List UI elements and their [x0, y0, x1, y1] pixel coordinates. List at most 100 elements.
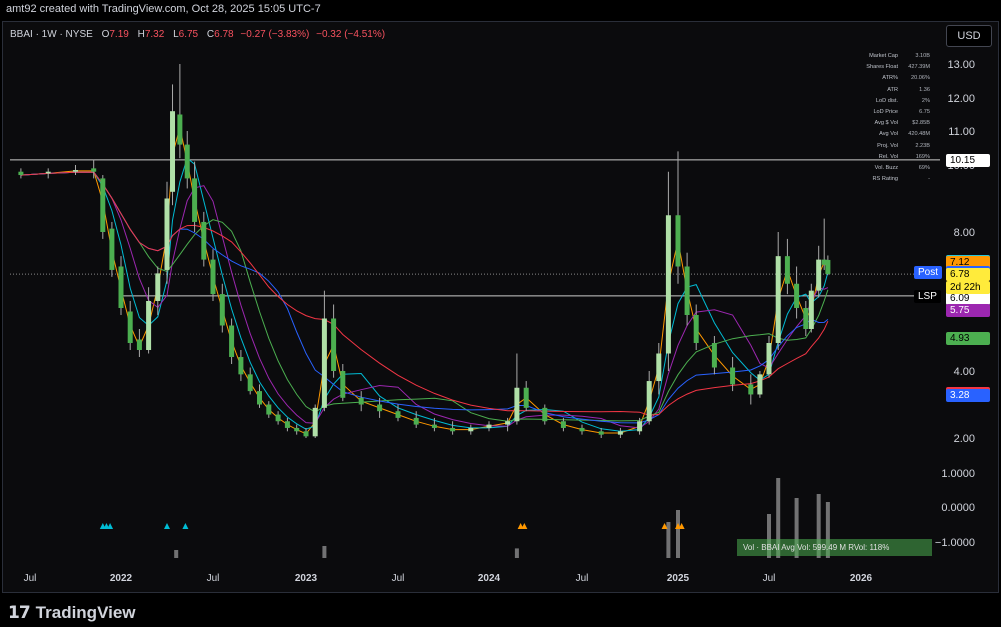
candle-down [219, 294, 225, 326]
stats-value: 2% [921, 97, 930, 104]
candle-up [757, 374, 763, 395]
candle-down [431, 424, 437, 428]
ma-green-line [20, 171, 829, 422]
candle-up [617, 431, 623, 435]
candle-down [127, 311, 133, 343]
candle-up [665, 215, 671, 354]
open-value: 7.19 [109, 29, 129, 40]
ma-blue-line [20, 171, 829, 424]
stats-value: 2.23B [915, 142, 930, 149]
candle-up [170, 111, 176, 192]
symbol-legend: BBAI · 1W · NYSE O7.19 H7.32 L6.75 C6.78… [10, 29, 385, 40]
stats-label: Avg $ Vol [874, 120, 898, 127]
candle-up [816, 259, 822, 291]
tradingview-logo: 𝟭𝟳 TradingView [8, 603, 136, 623]
candle-up [505, 421, 511, 425]
candle-up [45, 171, 51, 174]
stats-row: ATR 1.36 [848, 85, 930, 96]
candle-up [637, 421, 643, 432]
candle-down [598, 431, 604, 435]
ext-change-value: −0.32 (−4.51%) [316, 29, 386, 40]
stats-value: 169% [915, 153, 930, 160]
y-tick-label: 13.00 [947, 59, 975, 71]
stats-label: RS Rating [872, 176, 899, 183]
candle-up [775, 256, 781, 343]
candle-down [340, 371, 346, 398]
stats-row: LoD Price 6.75 [848, 107, 930, 118]
stats-row: Avg $ Vol $2.85B [848, 118, 930, 129]
stats-row: Rel. Vol 169% [848, 152, 930, 163]
tv-logo-icon: 𝟭𝟳 [8, 603, 31, 622]
candle-down [136, 339, 142, 350]
candle-down [100, 178, 106, 232]
candle-down [18, 171, 24, 176]
stats-row: Avg Vol 420.48M [848, 129, 930, 140]
candle-down [730, 367, 736, 385]
candle-down [275, 414, 281, 422]
stats-value: 20.06% [911, 75, 930, 82]
candle-down [192, 178, 198, 222]
candle-down [748, 384, 754, 395]
volume-bar [676, 510, 680, 558]
candle-down [266, 404, 272, 415]
change-value: −0.27 (−3.83%) [240, 29, 310, 40]
x-tick-label: Jul [763, 573, 776, 584]
stats-label: ATR [887, 86, 898, 93]
price-tag: 10.15 [946, 153, 990, 167]
candle-up [646, 381, 652, 422]
post-market-label: Post [914, 265, 943, 279]
candle-down [294, 427, 300, 432]
candle-down [693, 315, 699, 343]
symbol-label[interactable]: BBAI · 1W · NYSE [10, 29, 93, 40]
stats-row: RS Rating - [848, 174, 931, 185]
candle-down [675, 215, 681, 267]
y-tick-label: 2.00 [954, 433, 975, 445]
x-tick-label: 2026 [850, 573, 873, 584]
y-tick-label: 0.0000 [941, 502, 975, 514]
candle-down [413, 417, 419, 425]
stats-value: 427.39M [908, 64, 930, 71]
ma-cyan-line [20, 157, 829, 432]
volume-bar [174, 550, 179, 558]
stats-label: LoD Price [873, 108, 898, 115]
candle-down [825, 259, 831, 275]
volume-bar [514, 548, 519, 558]
x-tick-label: 2022 [110, 573, 133, 584]
stats-label: Market Cap [869, 53, 898, 59]
y-tick-label: 4.00 [954, 366, 975, 378]
stats-value: - [928, 176, 930, 183]
price-tag: 5.75 [946, 303, 990, 317]
x-tick-label: 2025 [667, 573, 690, 584]
ma-purple-line [20, 171, 829, 429]
candle-up [73, 170, 78, 172]
candle-down [184, 144, 190, 179]
stats-label: Avg Vol [879, 131, 898, 138]
stats-label: Rel. Vol [878, 153, 898, 160]
high-value: 7.32 [144, 29, 165, 40]
stats-value: 69% [918, 164, 930, 171]
bar-countdown: 2d 22h [946, 281, 990, 295]
stats-row: Proj. Vol 2.23B [848, 141, 930, 152]
candle-down [542, 407, 548, 422]
candle-down [579, 427, 585, 432]
candle-down [177, 114, 183, 145]
candle-up [808, 290, 814, 329]
signal-marker-cyan [182, 523, 189, 529]
candle-up [321, 318, 327, 408]
candle-up [656, 353, 662, 382]
candle-down [784, 256, 790, 284]
stats-label: Vol. Buzz [874, 164, 898, 171]
stats-value: 3.10B [915, 53, 930, 59]
x-tick-label: Jul [207, 573, 220, 584]
high-label: H [137, 29, 145, 40]
stats-label: ATR% [882, 75, 898, 82]
volume-bar [666, 522, 671, 558]
candle-up [164, 198, 170, 270]
x-tick-label: Jul [24, 573, 37, 584]
currency-button[interactable]: USD [946, 25, 992, 47]
candle-up [486, 424, 492, 428]
signal-marker-cyan [164, 523, 170, 529]
x-tick-label: Jul [576, 573, 589, 584]
signal-marker-cyan [107, 523, 114, 529]
stats-value: 6.75 [919, 108, 930, 115]
